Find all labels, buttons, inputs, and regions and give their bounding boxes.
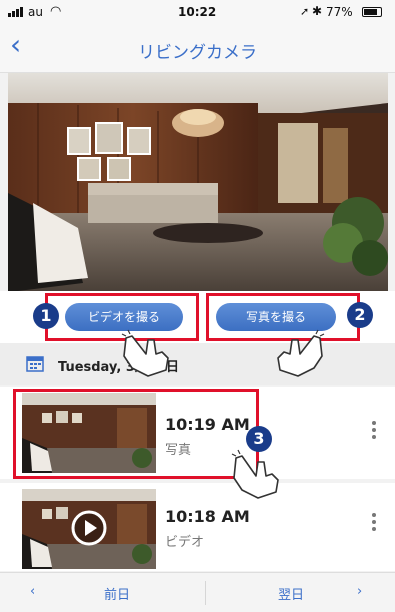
take-photo-button[interactable]: 写真を撮る <box>216 303 336 331</box>
bluetooth-icon: ✱ <box>312 4 323 18</box>
status-bar: au ◠ 10:22 ➚ ✱ 77% <box>0 0 395 24</box>
chevron-left-icon[interactable]: ‹ <box>30 584 35 599</box>
recording-time: 10:18 AM <box>165 507 250 526</box>
chevron-right-icon[interactable]: › <box>357 584 362 599</box>
tap-hand-icon <box>231 449 279 499</box>
carrier-label: au <box>28 5 43 19</box>
previous-day-button[interactable]: 前日 <box>104 584 130 603</box>
record-video-button[interactable]: ビデオを撮る <box>65 303 183 331</box>
page-title: リビングカメラ <box>138 43 257 63</box>
recording-thumbnail <box>22 489 156 569</box>
battery-icon <box>362 7 382 17</box>
wifi-icon: ◠ <box>50 4 62 19</box>
day-navigation: ‹ 前日 翌日 › <box>0 572 395 612</box>
play-icon[interactable] <box>70 509 108 547</box>
next-day-button[interactable]: 翌日 <box>278 584 304 603</box>
more-options-icon[interactable] <box>372 513 376 534</box>
recording-highlight <box>13 389 259 479</box>
room-image <box>8 73 388 291</box>
step-marker-2: 2 <box>347 302 373 328</box>
date-header: Tuesday, 3月20日 <box>0 343 395 385</box>
step-marker-1: 1 <box>33 303 59 329</box>
signal-icon <box>8 0 28 24</box>
calendar-icon <box>26 356 44 372</box>
location-icon: ➚ <box>300 5 310 18</box>
status-time: 10:22 <box>178 5 217 19</box>
battery-percent: 77% <box>326 5 353 19</box>
recording-type: ビデオ <box>165 535 205 550</box>
capture-actions: ビデオを撮る 1 写真を撮る 2 <box>0 291 395 343</box>
nav-bar: ‹ リビングカメラ <box>0 24 395 73</box>
tap-hand-icon <box>277 329 325 377</box>
footer-divider <box>205 581 206 605</box>
recording-row[interactable]: 10:18 AM ビデオ <box>0 483 395 571</box>
more-options-icon[interactable] <box>372 421 376 442</box>
camera-preview <box>8 73 388 291</box>
tap-hand-icon <box>121 329 169 377</box>
